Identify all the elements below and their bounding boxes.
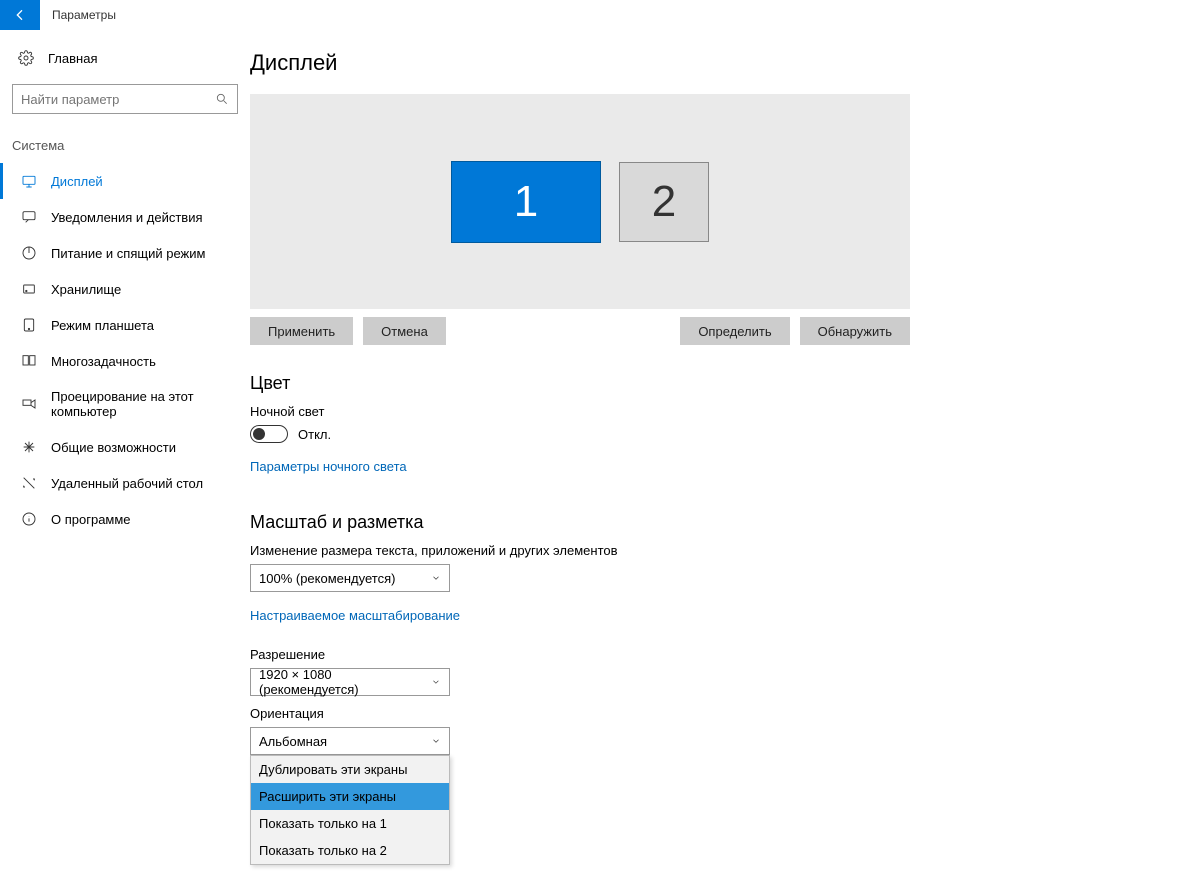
dropdown-option[interactable]: Дублировать эти экраны [251,756,449,783]
section-scale: Масштаб и разметка [250,512,910,533]
arrow-left-icon [12,7,28,23]
search-icon [215,92,229,106]
orientation-select[interactable]: Альбомная [250,727,450,755]
power-icon [21,245,37,261]
sidebar-home[interactable]: Главная [0,40,250,76]
cancel-button[interactable]: Отмена [363,317,446,345]
resolution-label: Разрешение [250,647,910,662]
sidebar-item-label: Питание и спящий режим [51,246,205,261]
multitask-icon [21,353,37,369]
search-box[interactable] [12,84,238,114]
gear-icon [18,50,34,66]
apply-button[interactable]: Применить [250,317,353,345]
sidebar-item-label: Дисплей [51,174,103,189]
identify-button[interactable]: Определить [680,317,789,345]
section-color: Цвет [250,373,910,394]
info-icon [21,511,37,527]
shared-icon [21,439,37,455]
sidebar-item-label: Многозадачность [51,354,156,369]
sidebar-item-label: Проецирование на этот компьютер [51,389,232,419]
sidebar-item-power[interactable]: Питание и спящий режим [0,235,250,271]
category-label: Система [0,132,250,163]
sidebar-item-display[interactable]: Дисплей [0,163,250,199]
night-light-settings-link[interactable]: Параметры ночного света [250,459,407,474]
multi-display-dropdown[interactable]: Дублировать эти экраны Расширить эти экр… [250,755,450,865]
scale-label: Изменение размера текста, приложений и д… [250,543,910,558]
sidebar-item-label: О программе [51,512,131,527]
night-light-label: Ночной свет [250,404,910,419]
monitor-1[interactable]: 1 [451,161,601,243]
remote-icon [21,475,37,491]
speech-icon [21,209,37,225]
project-icon [21,396,37,412]
dropdown-option[interactable]: Показать только на 1 [251,810,449,837]
chevron-down-icon [431,677,441,687]
dropdown-option[interactable]: Расширить эти экраны [251,783,449,810]
sidebar-item-remote[interactable]: Удаленный рабочий стол [0,465,250,501]
monitor-icon [21,173,37,189]
tablet-icon [21,317,37,333]
sidebar-item-label: Общие возможности [51,440,176,455]
sidebar-item-multitask[interactable]: Многозадачность [0,343,250,379]
resolution-select[interactable]: 1920 × 1080 (рекомендуется) [250,668,450,696]
orientation-value: Альбомная [259,734,327,749]
page-title: Дисплей [250,50,910,76]
search-input[interactable] [13,92,237,107]
dropdown-option[interactable]: Показать только на 2 [251,837,449,864]
scale-select[interactable]: 100% (рекомендуется) [250,564,450,592]
orientation-label: Ориентация [250,706,910,721]
night-light-toggle[interactable] [250,425,288,443]
resolution-value: 1920 × 1080 (рекомендуется) [259,667,431,697]
home-label: Главная [48,51,97,66]
sidebar-item-label: Хранилище [51,282,121,297]
sidebar-item-tablet[interactable]: Режим планшета [0,307,250,343]
detect-button[interactable]: Обнаружить [800,317,910,345]
sidebar-item-notifications[interactable]: Уведомления и действия [0,199,250,235]
main-content: Дисплей 1 2 Применить Отмена Определить … [250,30,970,895]
sidebar-item-about[interactable]: О программе [0,501,250,537]
sidebar-item-project[interactable]: Проецирование на этот компьютер [0,379,250,429]
sidebar-item-label: Удаленный рабочий стол [51,476,203,491]
chevron-down-icon [431,736,441,746]
sidebar-item-storage[interactable]: Хранилище [0,271,250,307]
sidebar: Главная Система Дисплей Уведомления и де… [0,30,250,895]
back-button[interactable] [0,0,40,30]
app-title: Параметры [40,8,128,22]
sidebar-item-shared[interactable]: Общие возможности [0,429,250,465]
storage-icon [21,281,37,297]
chevron-down-icon [431,573,441,583]
monitor-2[interactable]: 2 [619,162,709,242]
scale-value: 100% (рекомендуется) [259,571,395,586]
toggle-state-label: Откл. [298,427,331,442]
custom-scaling-link[interactable]: Настраиваемое масштабирование [250,608,460,623]
sidebar-item-label: Режим планшета [51,318,154,333]
monitor-arrangement-area[interactable]: 1 2 [250,94,910,309]
sidebar-item-label: Уведомления и действия [51,210,203,225]
